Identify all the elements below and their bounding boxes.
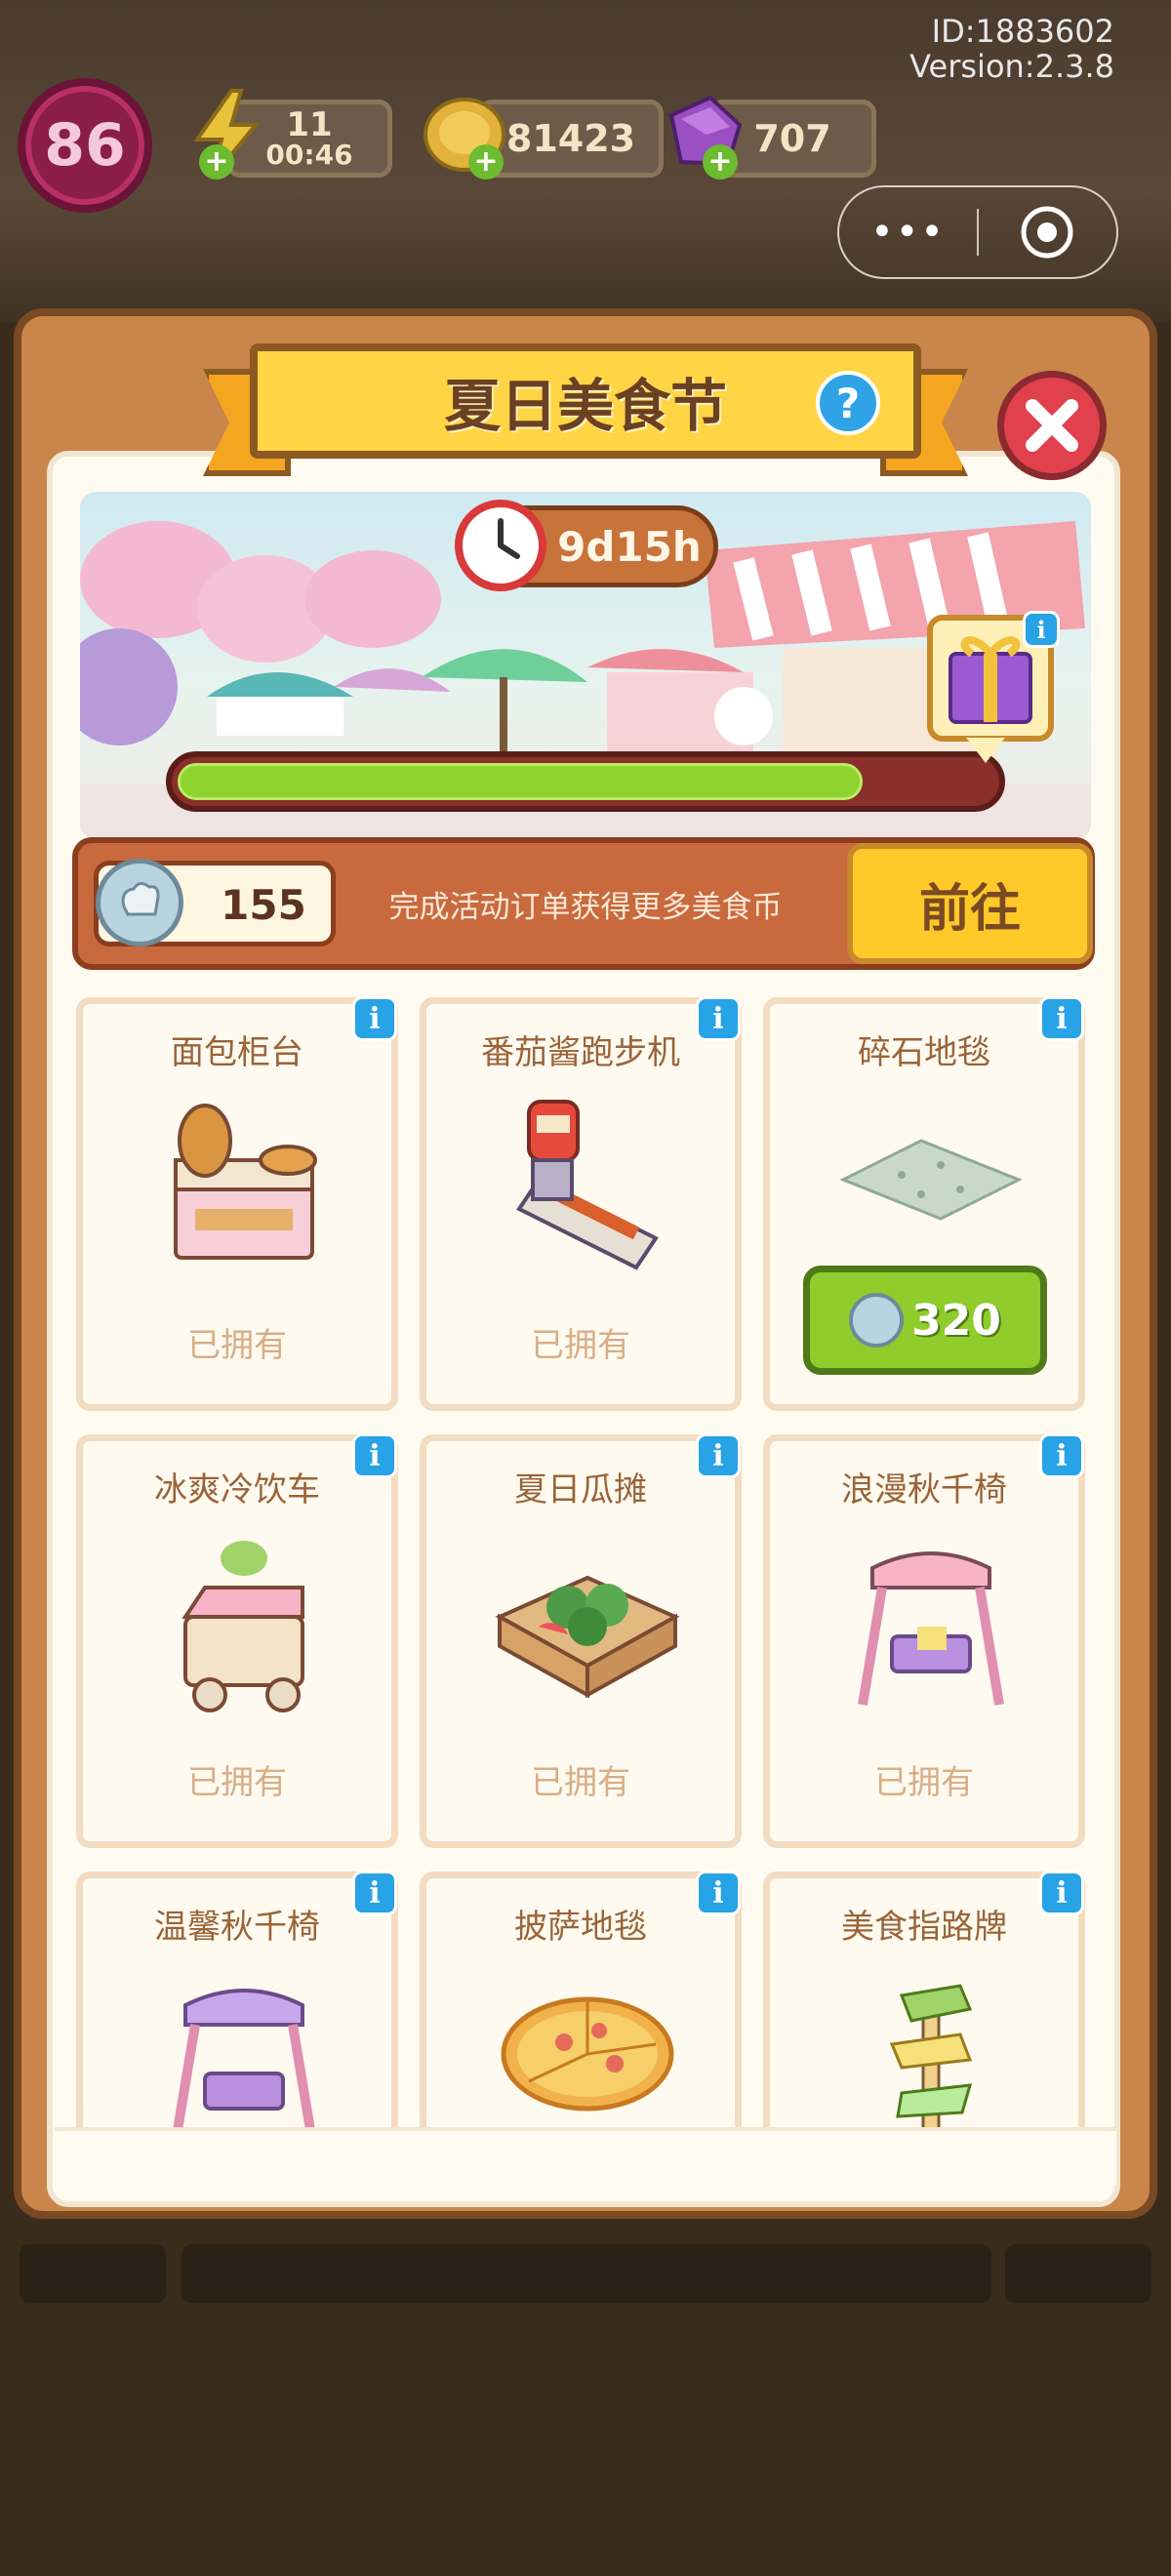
background-strip [20, 2244, 166, 2303]
close-button[interactable] [997, 371, 1107, 480]
event-timer: 9d15h [557, 522, 702, 571]
food-coin-count: 155 [221, 880, 306, 929]
food-coin-icon [849, 1293, 905, 1348]
gravel-rug-icon [839, 1139, 1023, 1221]
item-card-pink-swing[interactable]: 浪漫秋千椅 i 已拥有 [763, 1433, 1085, 1848]
exit-button[interactable] [979, 205, 1116, 260]
gift-info-button[interactable]: i [1023, 611, 1060, 648]
drink-cart-icon [182, 1541, 304, 1712]
item-status: 已拥有 [874, 1763, 974, 1802]
food-coin-icon [96, 859, 183, 946]
item-name: 披萨地毯 [514, 1908, 647, 1947]
item-card-pizza-rug[interactable]: 披萨地毯 i [420, 1871, 742, 2127]
more-button[interactable]: ••• [839, 210, 977, 255]
item-grid: 面包柜台 i 已拥有 番茄酱跑步机 i 已拥有 碎石地毯 i 320 冰爽冷饮车… [64, 987, 1107, 2127]
item-card-bread-counter[interactable]: 面包柜台 i 已拥有 [76, 996, 398, 1411]
item-price: 320 [911, 1295, 1001, 1346]
goto-button[interactable]: 前往 [847, 843, 1093, 964]
background-strip [182, 2244, 991, 2303]
item-card-gravel-rug[interactable]: 碎石地毯 i 320 [763, 996, 1085, 1411]
version-text: Version:2.3.8 [909, 48, 1114, 85]
plus-icon[interactable]: + [703, 144, 738, 180]
bread-counter-icon [174, 1104, 317, 1260]
item-card-drink-cart[interactable]: 冰爽冷饮车 i 已拥有 [76, 1433, 398, 1848]
item-info-button[interactable]: i [1039, 1871, 1084, 1915]
target-icon [1021, 206, 1073, 259]
item-info-button[interactable]: i [696, 1871, 741, 1915]
plus-icon[interactable]: + [468, 144, 504, 180]
player-id: ID:1883602 [931, 13, 1114, 50]
purple-swing-icon [173, 1989, 315, 2127]
level-badge[interactable]: 86 [18, 78, 152, 213]
item-info-button[interactable]: i [696, 996, 741, 1041]
item-name: 温馨秋千椅 [154, 1908, 320, 1947]
currency-hint: 完成活动订单获得更多美食币 [388, 889, 783, 925]
pink-swing-icon [858, 1551, 1004, 1706]
progress-fill [178, 763, 863, 800]
item-info-button[interactable]: i [352, 1871, 397, 1915]
item-status: 已拥有 [531, 1326, 630, 1365]
energy-value: 11 [286, 105, 333, 144]
level-number: 86 [44, 111, 126, 180]
help-button[interactable]: ? [816, 371, 880, 435]
ketchup-treadmill-icon [516, 1100, 659, 1270]
background-strip [1005, 2244, 1151, 2303]
item-status: 已拥有 [187, 1326, 287, 1365]
id-version-label: ID:1883602 Version:2.3.8 [909, 14, 1114, 84]
item-name: 碎石地毯 [858, 1033, 990, 1072]
item-card-melon-stand[interactable]: 夏日瓜摊 i 已拥有 [420, 1433, 742, 1848]
item-name: 夏日瓜摊 [514, 1470, 647, 1509]
item-status: 已拥有 [531, 1763, 630, 1802]
item-card-purple-swing[interactable]: 温馨秋千椅 i [76, 1871, 398, 2127]
item-info-button[interactable]: i [1039, 1433, 1084, 1478]
melon-stand-icon [495, 1575, 680, 1699]
buy-button[interactable]: 320 [803, 1266, 1047, 1375]
panel-title: 夏日美食节 [443, 373, 727, 439]
signpost-icon [889, 1984, 973, 2127]
item-name: 番茄酱跑步机 [481, 1033, 680, 1072]
item-info-button[interactable]: i [696, 1433, 741, 1478]
close-icon [1026, 399, 1078, 452]
item-name: 冰爽冷饮车 [154, 1470, 320, 1509]
item-info-button[interactable]: i [352, 996, 397, 1041]
event-progress-bar [166, 751, 1005, 812]
item-name: 浪漫秋千椅 [841, 1470, 1007, 1509]
panel-bottom-edge [55, 2127, 1116, 2186]
item-info-button[interactable]: i [352, 1433, 397, 1478]
goto-label: 前往 [918, 879, 1021, 939]
item-info-button[interactable]: i [1039, 996, 1084, 1041]
item-name: 美食指路牌 [841, 1908, 1007, 1947]
plus-icon[interactable]: + [199, 144, 234, 180]
coin-value: 81423 [505, 117, 636, 160]
item-name: 面包柜台 [171, 1033, 303, 1072]
item-card-ketchup-treadmill[interactable]: 番茄酱跑步机 i 已拥有 [420, 996, 742, 1411]
item-status: 已拥有 [187, 1763, 287, 1802]
clock-icon [455, 500, 546, 591]
gem-value: 707 [753, 117, 831, 160]
pizza-rug-icon [501, 1996, 674, 2112]
item-card-signpost[interactable]: 美食指路牌 i [763, 1871, 1085, 2127]
mini-program-capsule: ••• [837, 185, 1118, 279]
energy-timer: 00:46 [265, 139, 353, 171]
